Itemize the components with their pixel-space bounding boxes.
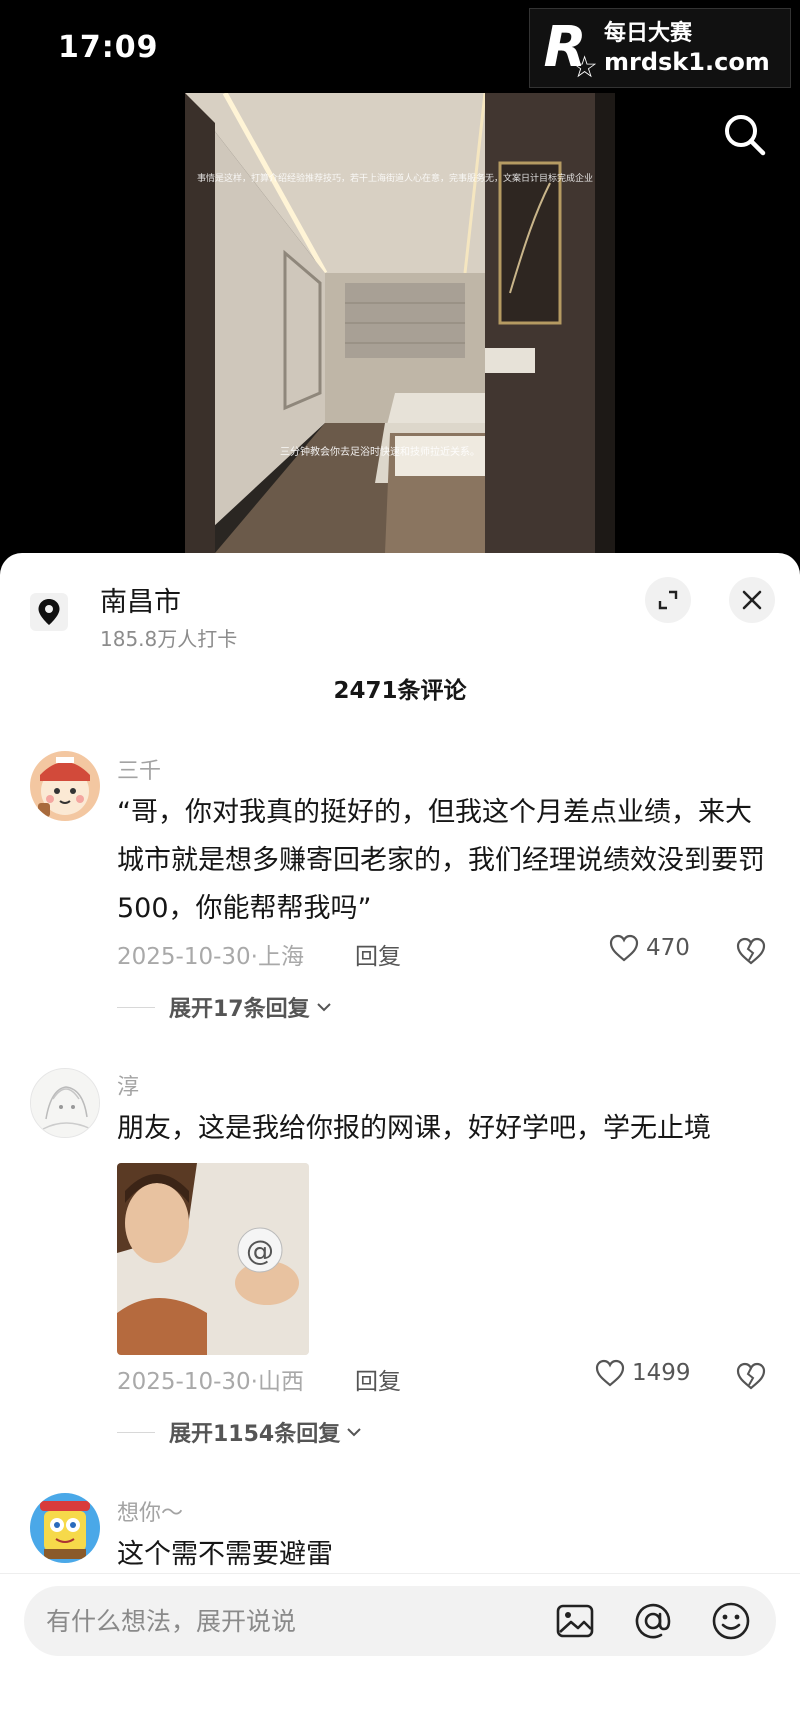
avatar[interactable] bbox=[30, 1068, 100, 1138]
comment-sheet: 南昌市 185.8万人打卡 2471条评论 三千 “哥，你对我真的挺好的，但我这… bbox=[0, 553, 800, 1732]
avatar[interactable] bbox=[30, 1493, 100, 1563]
expand-replies-label: 展开1154条回复 bbox=[169, 1422, 341, 1447]
image-icon[interactable] bbox=[554, 1600, 596, 1642]
svg-text:@: @ bbox=[246, 1234, 274, 1267]
comment-username[interactable]: 三千 bbox=[117, 753, 161, 785]
heart-icon bbox=[609, 934, 639, 962]
emoji-icon[interactable] bbox=[710, 1600, 752, 1642]
status-bar-time: 17:09 bbox=[58, 30, 159, 65]
chevron-down-icon bbox=[347, 1428, 361, 1437]
at-icon[interactable] bbox=[632, 1600, 674, 1642]
video-caption-bottom: 三分钟教会你去足浴时快速和技师拉近关系。 bbox=[280, 447, 480, 458]
video-caption-top: 事情是这样，打算介绍经验推荐技巧，若干上海街道人心在意，完事服务无，文案日计目标… bbox=[197, 174, 594, 184]
expand-replies-button[interactable]: 展开1154条回复 bbox=[117, 1416, 362, 1448]
watermark-logo: R ☆ 每日大赛 mrdsk1.com bbox=[529, 8, 791, 88]
comment-input-bar bbox=[0, 1573, 800, 1732]
watermark-name: 每日大赛 bbox=[604, 21, 693, 46]
like-button[interactable]: 470 bbox=[608, 933, 690, 963]
comment-username[interactable]: 淳 bbox=[117, 1069, 139, 1101]
expand-replies-label: 展开17条回复 bbox=[169, 997, 310, 1022]
comment-count: 2471条评论 bbox=[333, 678, 467, 704]
like-count: 1499 bbox=[632, 1360, 691, 1386]
reply-button[interactable]: 回复 bbox=[355, 1362, 401, 1396]
location-checkins: 185.8万人打卡 bbox=[100, 627, 238, 651]
comment-username[interactable]: 想你～ bbox=[117, 1495, 183, 1527]
comment-meta: 2025-10-30·山西 bbox=[117, 1369, 304, 1395]
reply-button[interactable]: 回复 bbox=[355, 937, 401, 971]
broken-heart-icon[interactable] bbox=[735, 1361, 767, 1393]
video-frame-room-image bbox=[185, 93, 615, 553]
expand-icon[interactable] bbox=[645, 577, 691, 623]
location-name[interactable]: 南昌市 bbox=[100, 580, 181, 619]
comment-text: 朋友，这是我给你报的网课，好好学吧，学无止境 bbox=[117, 1113, 711, 1144]
comment-input-container bbox=[24, 1586, 776, 1656]
watermark-r-icon: R ☆ bbox=[543, 15, 598, 85]
location-pin-icon bbox=[30, 593, 68, 631]
heart-icon bbox=[595, 1359, 625, 1387]
comment-image[interactable]: @ bbox=[117, 1163, 309, 1355]
close-icon[interactable] bbox=[729, 577, 775, 623]
like-button[interactable]: 1499 bbox=[594, 1358, 691, 1388]
expand-replies-button[interactable]: 展开17条回复 bbox=[117, 991, 332, 1023]
avatar[interactable] bbox=[30, 751, 100, 821]
comment-meta: 2025-10-30·上海 bbox=[117, 944, 304, 970]
watermark-url: mrdsk1.com bbox=[604, 48, 770, 76]
chevron-down-icon bbox=[316, 1003, 331, 1012]
comment-text: 这个需不需要避雷 bbox=[117, 1539, 333, 1570]
like-count: 470 bbox=[646, 935, 690, 961]
video-player[interactable]: 事情是这样，打算介绍经验推荐技巧，若干上海街道人心在意，完事服务无，文案日计目标… bbox=[185, 93, 615, 553]
comment-input[interactable] bbox=[46, 1586, 506, 1656]
comment-text: “哥，你对我真的挺好的，但我这个月差点业绩，来大城市就是想多赚寄回老家的，我们经… bbox=[117, 797, 765, 924]
broken-heart-icon[interactable] bbox=[735, 936, 767, 968]
search-icon[interactable] bbox=[720, 110, 770, 160]
